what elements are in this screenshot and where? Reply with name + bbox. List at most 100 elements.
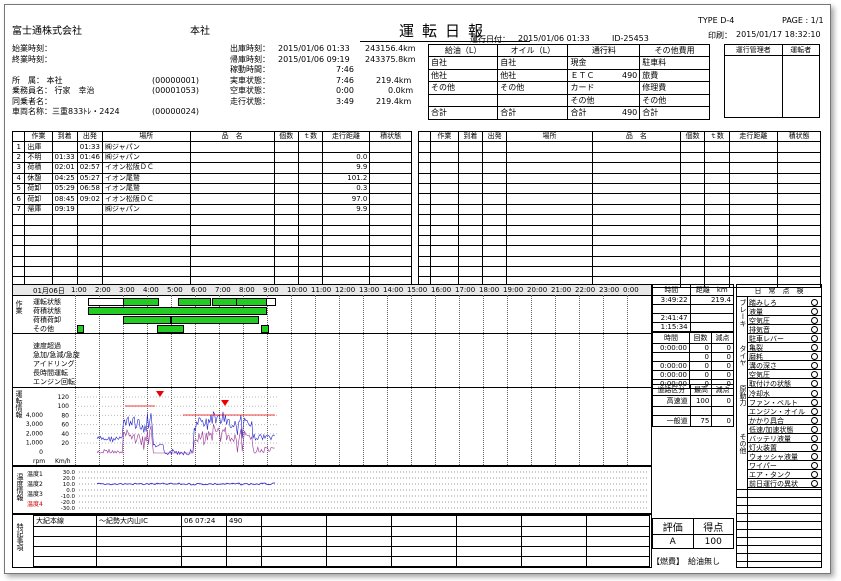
log-cell: [457, 224, 484, 236]
check-circle[interactable]: [811, 434, 818, 442]
log-cell: 荷卸: [24, 193, 53, 205]
log-cell: [297, 182, 323, 195]
log-cell: 0.0: [321, 151, 371, 164]
check-circle[interactable]: [811, 308, 818, 316]
log-cell: [101, 224, 191, 236]
fee-cell: [541, 81, 569, 95]
return-value: 2015/01/06 09:19: [278, 54, 350, 64]
log-cell: [11, 266, 26, 278]
log-cell: [297, 245, 323, 257]
fee-total: 合計: [567, 106, 613, 120]
timeline-date: 01月06日: [33, 287, 65, 295]
log-cell: [273, 245, 299, 257]
table-row: [418, 172, 821, 184]
log-cell: [189, 141, 275, 153]
log-cell: [430, 141, 459, 153]
log-cell: 荷卸: [24, 182, 53, 195]
log-cell: [418, 193, 431, 205]
log-cell: 01:46: [76, 151, 103, 164]
log-cell: [777, 224, 821, 236]
table-row: [418, 214, 821, 226]
check-circle[interactable]: [811, 443, 818, 451]
check-circle[interactable]: [811, 371, 818, 379]
print-label: 印刷：: [708, 31, 732, 40]
log-header: ｔ数: [704, 130, 730, 143]
summary-table: 時間 回数 減点 0:00:00 0 0 0 0 0:00:00 0 0 0:00:00 0 0 0:00:…: [651, 332, 734, 389]
evaluation-label: 評価: [652, 518, 694, 535]
fee-cell: カード: [567, 81, 613, 95]
log-cell: [369, 214, 412, 226]
log-cell: [680, 255, 706, 268]
log-cell: [591, 245, 682, 257]
fee-cell: [541, 68, 569, 82]
timeline-bar: [88, 307, 267, 315]
check-circle[interactable]: [811, 425, 818, 433]
check-circle[interactable]: [811, 470, 818, 478]
log-cell: [457, 255, 484, 268]
fee-cell: [612, 93, 641, 107]
check-circle[interactable]: [811, 362, 818, 370]
check-circle[interactable]: [811, 317, 818, 325]
check-header-line: [737, 296, 821, 297]
log-cell: [273, 172, 299, 184]
check-empty-line: [737, 529, 821, 530]
log-cell: [418, 234, 431, 247]
summary-cell: [711, 406, 734, 416]
drive-info-label: 運転情報: [15, 390, 23, 418]
log-header: 積状態: [369, 130, 412, 143]
log-cell: [481, 245, 508, 257]
fee-cell: [681, 106, 711, 120]
log-cell: [481, 266, 508, 278]
check-circle[interactable]: [811, 326, 818, 334]
hour-label: 2:00: [95, 286, 111, 294]
log-cell: 0.3: [321, 182, 371, 195]
hour-label: 19:00: [503, 286, 524, 294]
check-circle[interactable]: [811, 353, 818, 361]
log-cell: [321, 214, 371, 226]
log-cell: [76, 266, 103, 278]
log-header-no: [418, 130, 431, 143]
check-circle[interactable]: [811, 335, 818, 343]
check-circle[interactable]: [811, 398, 818, 406]
table-row: [418, 162, 821, 174]
hour-label: 1:00: [71, 286, 87, 294]
log-cell: [51, 214, 78, 226]
check-circle[interactable]: [811, 344, 818, 352]
kmh-label: Km/h: [55, 458, 71, 465]
hour-label: 15:00: [407, 286, 428, 294]
check-circle[interactable]: [811, 407, 818, 415]
start-time-label: 始業時刻：: [12, 44, 52, 53]
log-cell: [777, 193, 821, 205]
summary-header: 時間: [651, 332, 691, 344]
check-empty-line: [737, 561, 821, 562]
log-cell: [728, 245, 779, 257]
check-circle[interactable]: [811, 452, 818, 460]
log-cell: [591, 141, 682, 153]
log-cell: ㈱ジャパン: [101, 141, 191, 153]
log-cell: [418, 172, 431, 184]
table-row: [418, 182, 821, 195]
depart-odo: 243156.4km: [365, 44, 416, 53]
timeline-bar: [156, 325, 184, 333]
log-cell: [321, 141, 371, 153]
check-circle[interactable]: [811, 480, 818, 487]
log-cell: [680, 266, 706, 278]
vehicle-value: 三重833ﾄﾚ・2424: [52, 107, 120, 116]
log-cell: [728, 162, 779, 174]
check-circle[interactable]: [811, 380, 818, 388]
log-cell: [704, 266, 730, 278]
check-circle[interactable]: [811, 389, 818, 397]
log-header-no: [11, 130, 26, 143]
table-row: 3 荷積 02:01 02:57 イオン松阪ＤＣ 9.9: [11, 162, 412, 174]
log-header: 作業: [430, 130, 459, 143]
summary-header: 減点: [711, 384, 734, 396]
log-cell: [430, 245, 459, 257]
check-circle[interactable]: [811, 299, 818, 306]
log-cell: [189, 255, 275, 268]
summary-table: 道路区分 最高 減点 高速道 100 0 一般道 75 0: [652, 384, 734, 427]
log-cell: イオン松阪ＤＣ: [101, 193, 191, 205]
log-cell: [481, 182, 508, 195]
log-cell: [481, 172, 508, 184]
check-circle[interactable]: [811, 416, 818, 424]
check-circle[interactable]: [811, 461, 818, 469]
